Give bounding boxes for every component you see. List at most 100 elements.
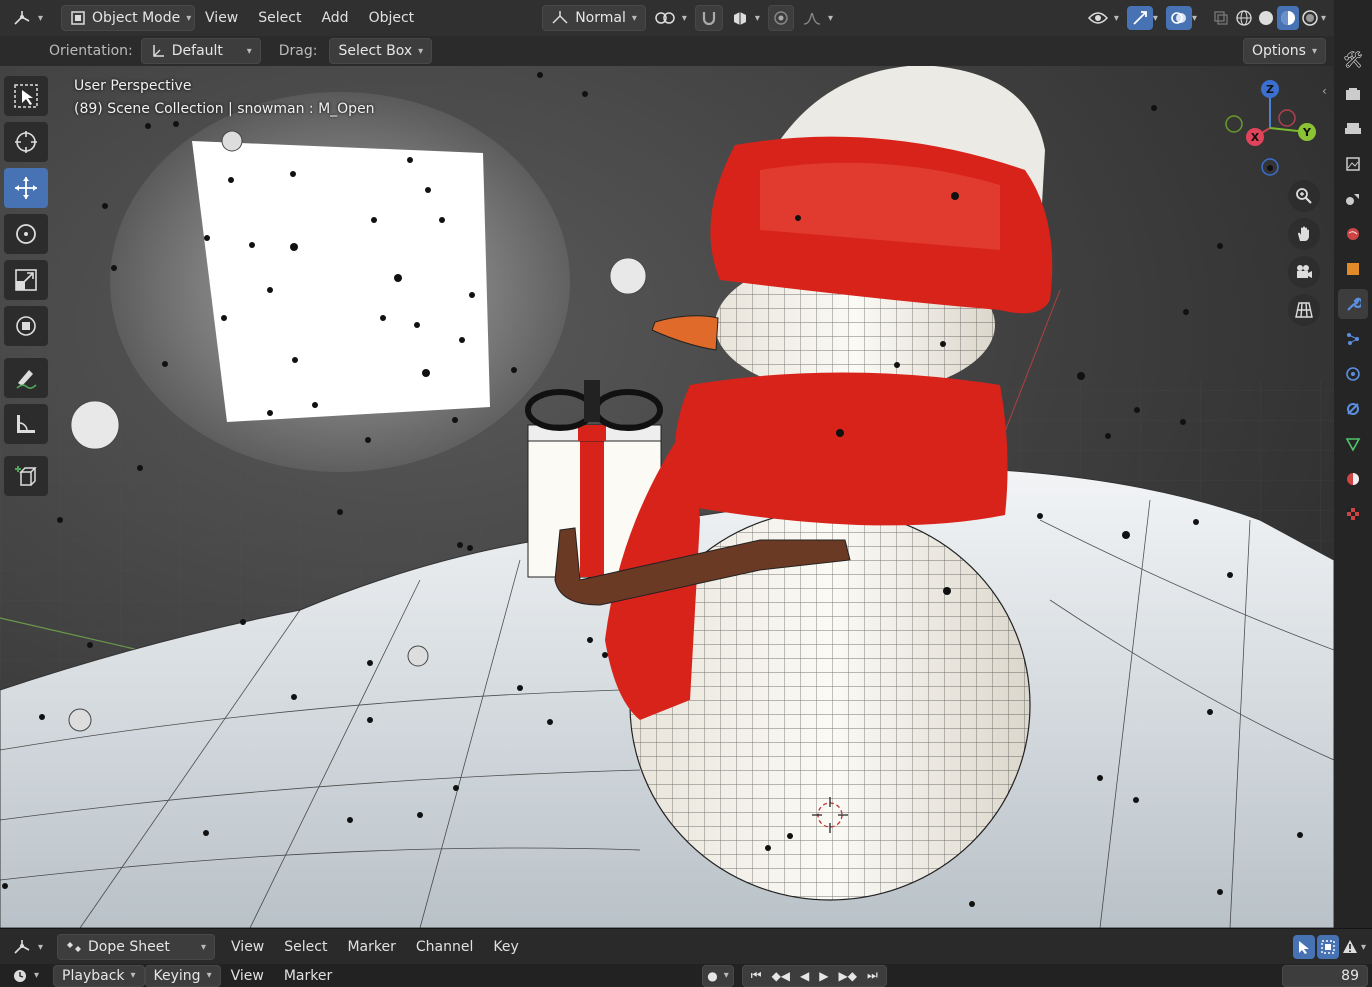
chevron-down-icon[interactable]: ▾ bbox=[1361, 942, 1366, 953]
pan-button[interactable] bbox=[1288, 218, 1320, 250]
menu-add[interactable]: Add bbox=[311, 6, 358, 30]
options-dropdown[interactable]: Options ▾ bbox=[1242, 38, 1326, 64]
only-selected-toggle[interactable] bbox=[1292, 935, 1315, 959]
transform-tool[interactable] bbox=[4, 306, 48, 346]
rotate-tool[interactable] bbox=[4, 214, 48, 254]
auto-keying-toggle[interactable]: ● ▾ bbox=[702, 964, 734, 987]
dope-menu-select[interactable]: Select bbox=[274, 935, 337, 959]
output-tab[interactable] bbox=[1338, 114, 1368, 144]
gizmo-icon bbox=[1131, 9, 1149, 27]
ruler-icon bbox=[13, 411, 39, 437]
add-cube-tool[interactable] bbox=[4, 456, 48, 496]
select-box-tool[interactable] bbox=[4, 76, 48, 116]
dope-menu-key[interactable]: Key bbox=[483, 935, 528, 959]
dope-menu-marker[interactable]: Marker bbox=[337, 935, 405, 959]
show-hidden-toggle[interactable] bbox=[1316, 935, 1339, 959]
3d-viewport[interactable]: User Perspective (89) Scene Collection |… bbox=[0, 66, 1334, 928]
snap-toggle[interactable] bbox=[694, 5, 723, 31]
chevron-down-icon[interactable]: ▾ bbox=[1153, 13, 1158, 24]
drag-dropdown[interactable]: Select Box ▾ bbox=[329, 38, 433, 64]
gizmo-toggle[interactable] bbox=[1126, 6, 1153, 30]
current-frame-field[interactable]: 89 bbox=[1282, 964, 1368, 987]
navigation-gizmo[interactable]: Z X Y bbox=[1220, 76, 1320, 186]
menu-select[interactable]: Select bbox=[248, 6, 311, 30]
snap-target-button[interactable]: ▾ bbox=[723, 6, 768, 30]
transform-orientation-dropdown[interactable]: Normal ▾ bbox=[542, 5, 646, 31]
timeline-menu-view[interactable]: View bbox=[221, 966, 274, 986]
chevron-down-icon: ▾ bbox=[827, 12, 833, 24]
camera-view-button[interactable] bbox=[1288, 256, 1320, 288]
constraints-tab[interactable] bbox=[1338, 394, 1368, 424]
properties-tabs: 🛠 bbox=[1334, 0, 1372, 928]
checker-texture-icon bbox=[1347, 508, 1359, 520]
orientation-dropdown[interactable]: Default ▾ bbox=[140, 38, 261, 64]
physics-tab[interactable] bbox=[1338, 359, 1368, 389]
shading-rendered-button[interactable] bbox=[1299, 6, 1321, 30]
dope-sheet-mode-dropdown[interactable]: Dope Sheet ▾ bbox=[57, 934, 216, 960]
chevron-down-icon: ▾ bbox=[130, 970, 136, 981]
chevron-down-icon: ▾ bbox=[1113, 12, 1119, 24]
constraint-icon bbox=[1347, 403, 1359, 415]
shading-wireframe-button[interactable] bbox=[1233, 6, 1255, 30]
keying-label: Keying bbox=[153, 967, 201, 984]
overlay-toggle[interactable] bbox=[1165, 6, 1192, 30]
menu-object[interactable]: Object bbox=[359, 6, 425, 30]
timeline-header: ▾ Playback ▾ Keying ▾ View Marker ● ▾ ⏮ … bbox=[0, 964, 1372, 987]
show-errors-toggle[interactable] bbox=[1339, 935, 1361, 959]
proportional-edit-toggle[interactable] bbox=[767, 5, 794, 31]
hand-icon bbox=[1295, 225, 1313, 243]
axes-editor-icon bbox=[12, 938, 32, 956]
sidebar-toggle-icon[interactable]: ‹ bbox=[1322, 84, 1327, 98]
jump-end-icon[interactable]: ⏭ bbox=[867, 968, 878, 983]
scene-tab[interactable] bbox=[1338, 184, 1368, 214]
play-reverse-icon[interactable]: ◀ bbox=[800, 969, 809, 983]
keying-dropdown[interactable]: Keying ▾ bbox=[144, 964, 221, 987]
jump-start-icon[interactable]: ⏮ bbox=[751, 968, 762, 983]
menu-view[interactable]: View bbox=[195, 6, 248, 30]
playback-label: Playback bbox=[62, 967, 125, 984]
shading-solid-button[interactable] bbox=[1255, 6, 1277, 30]
cursor-tool[interactable] bbox=[4, 122, 48, 162]
mode-dropdown[interactable]: Object Mode ▾ bbox=[61, 5, 196, 31]
play-icon[interactable]: ▶ bbox=[819, 969, 828, 983]
chevron-down-icon[interactable]: ▾ bbox=[1321, 13, 1326, 24]
transform-icon bbox=[13, 313, 39, 339]
world-tab[interactable] bbox=[1338, 219, 1368, 249]
render-tab[interactable] bbox=[1338, 79, 1368, 109]
timeline-editor-type-button[interactable]: ▾ bbox=[4, 966, 47, 986]
zoom-button[interactable] bbox=[1288, 180, 1320, 212]
chevron-down-icon[interactable]: ▾ bbox=[1192, 13, 1197, 24]
drag-label: Drag: bbox=[278, 43, 318, 59]
scale-tool[interactable] bbox=[4, 260, 48, 300]
ortho-toggle-button[interactable] bbox=[1288, 294, 1320, 326]
dope-menu-channel[interactable]: Channel bbox=[406, 935, 483, 959]
material-tab[interactable] bbox=[1338, 464, 1368, 494]
measure-tool[interactable] bbox=[4, 404, 48, 444]
falloff-button[interactable]: ▾ bbox=[794, 6, 841, 30]
shading-material-button[interactable] bbox=[1276, 6, 1299, 30]
annotate-tool[interactable] bbox=[4, 358, 48, 398]
texture-tab[interactable] bbox=[1338, 499, 1368, 529]
tool-tab[interactable]: 🛠 bbox=[1338, 44, 1368, 74]
object-data-tab[interactable] bbox=[1338, 429, 1368, 459]
dope-menu-view[interactable]: View bbox=[221, 935, 274, 959]
particles-tab[interactable] bbox=[1338, 324, 1368, 354]
prev-keyframe-icon[interactable]: ◆◀ bbox=[772, 969, 790, 983]
move-tool[interactable] bbox=[4, 168, 48, 208]
editor-type-button[interactable]: ▾ bbox=[4, 6, 51, 30]
chevron-down-icon: ▾ bbox=[754, 12, 760, 24]
chevron-down-icon: ▾ bbox=[723, 970, 729, 981]
pivot-point-button[interactable]: ▾ bbox=[646, 6, 695, 30]
xray-toggle[interactable] bbox=[1209, 6, 1233, 30]
playback-dropdown[interactable]: Playback ▾ bbox=[53, 964, 145, 987]
object-tab[interactable] bbox=[1338, 254, 1368, 284]
modifiers-tab[interactable] bbox=[1338, 289, 1368, 319]
timeline-menu-marker[interactable]: Marker bbox=[274, 966, 342, 986]
axes-editor-icon bbox=[12, 9, 32, 27]
view-layer-tab[interactable] bbox=[1338, 149, 1368, 179]
dope-editor-type-button[interactable]: ▾ bbox=[4, 935, 51, 959]
visibility-button[interactable]: ▾ bbox=[1080, 6, 1127, 30]
material-sphere-icon bbox=[1279, 9, 1297, 27]
next-keyframe-icon[interactable]: ▶◆ bbox=[839, 969, 857, 983]
image-layer-icon bbox=[1346, 157, 1360, 171]
